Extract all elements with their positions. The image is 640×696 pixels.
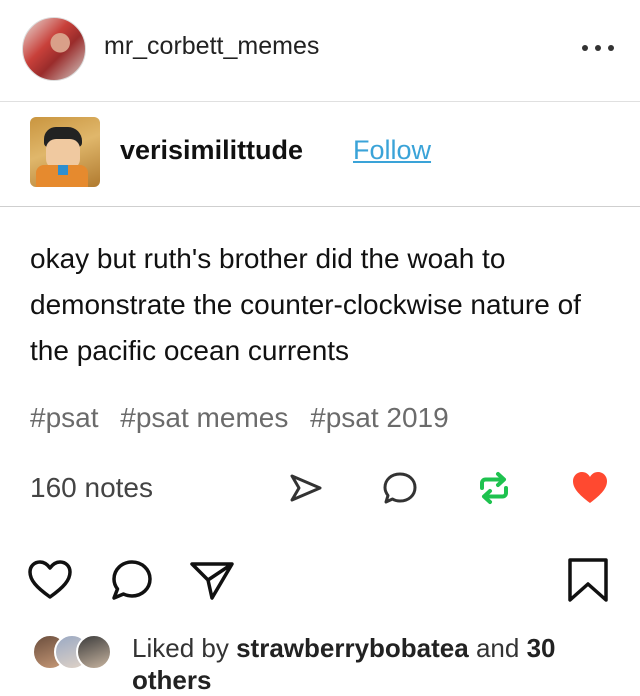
tag-psat-2019[interactable]: #psat 2019 xyxy=(310,402,449,433)
comment-outline-icon[interactable] xyxy=(108,556,156,604)
heart-icon[interactable] xyxy=(570,468,610,508)
send-icon[interactable] xyxy=(286,468,326,508)
username[interactable]: mr_corbett_memes xyxy=(104,32,319,61)
heart-outline-icon[interactable] xyxy=(26,556,74,604)
bookmark-icon[interactable] xyxy=(564,556,612,604)
follow-button[interactable]: Follow xyxy=(353,135,431,166)
post-body: okay but ruth's brother did the woah to … xyxy=(30,243,581,366)
liker-avatars[interactable] xyxy=(32,634,122,670)
liked-count: 30 xyxy=(526,633,556,663)
tag-psat[interactable]: #psat xyxy=(30,402,99,433)
tag-list: #psat #psat memes #psat 2019 xyxy=(30,402,463,434)
paper-plane-icon[interactable] xyxy=(188,556,236,604)
liked-and: and xyxy=(475,633,520,663)
avatar xyxy=(76,634,112,670)
profile-avatar[interactable] xyxy=(22,17,86,81)
reblog-divider xyxy=(0,206,640,207)
blog-name[interactable]: verisimilittude xyxy=(120,135,303,166)
reblog-icon[interactable] xyxy=(474,468,514,508)
more-options-icon[interactable] xyxy=(580,38,616,58)
post-header: mr_corbett_memes xyxy=(0,0,640,100)
reblog-header: verisimilittude Follow xyxy=(0,102,640,206)
liked-by-text[interactable]: Liked by strawberrybobatea and 30 others xyxy=(132,632,622,696)
tag-psat-memes[interactable]: #psat memes xyxy=(120,402,288,433)
blog-avatar[interactable] xyxy=(30,117,100,187)
liked-suffix[interactable]: others xyxy=(132,665,211,695)
comment-icon[interactable] xyxy=(380,468,420,508)
notes-count[interactable]: 160 notes xyxy=(30,472,153,504)
liked-prefix: Liked by xyxy=(132,633,229,663)
liked-user[interactable]: strawberrybobatea xyxy=(236,633,469,663)
